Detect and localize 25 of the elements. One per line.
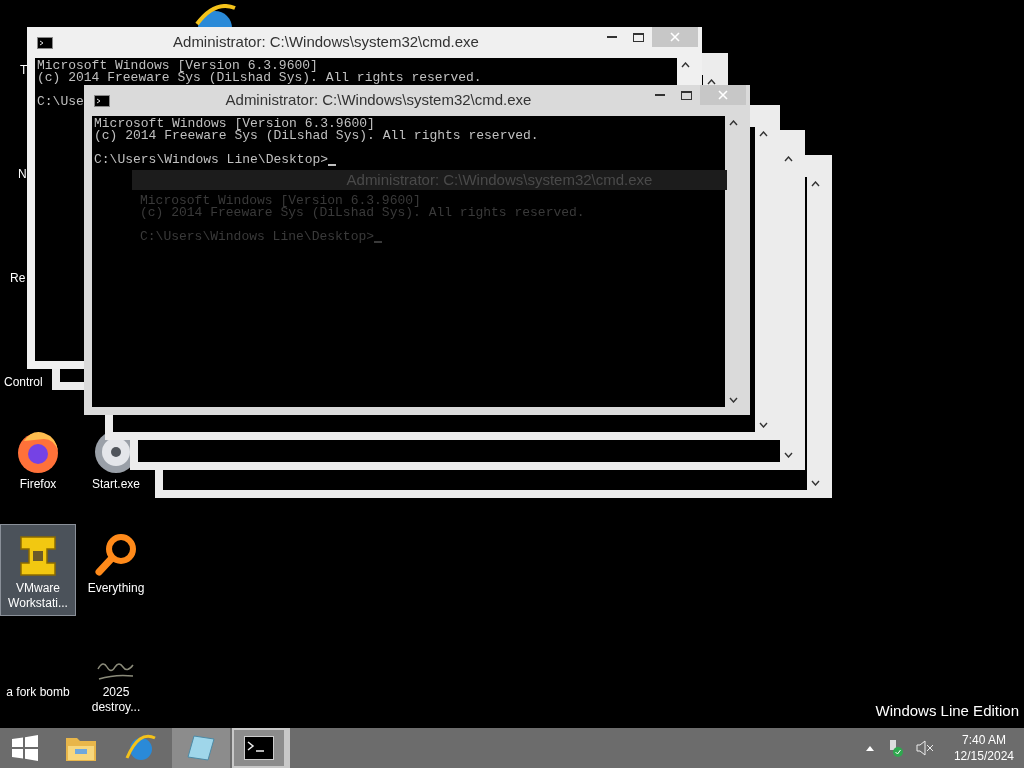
icon-label[interactable]: Firefox — [2, 477, 74, 492]
window-title: Administrator: C:\Windows\system32\cmd.exe — [172, 32, 480, 53]
console-line: (c) 2014 Freeware Sys (DiLshad Sys). All rights reserved. — [37, 72, 482, 84]
console-line: C:\Users\Windows Line\Desktop> — [94, 154, 329, 166]
edition-label: Windows Line Edition — [875, 700, 1019, 721]
icon-label[interactable]: N — [18, 167, 27, 182]
clock-date[interactable]: 12/15/2024 — [953, 748, 1014, 764]
window-title: Administrator: C:\Windows\system32\cmd.exe — [224, 90, 533, 111]
icon-label[interactable]: VMware Workstati... — [2, 581, 74, 611]
icon-label[interactable]: a fork bomb — [2, 685, 74, 700]
console-line: C:\Use — [37, 96, 84, 108]
icon-label[interactable]: 2025 destroy... — [80, 685, 152, 715]
console-line: C:\Users\Windows Line\Desktop> — [140, 231, 375, 243]
console-line: Microsoft Windows [Version 6.3.9600] — [94, 118, 375, 130]
icon-label[interactable]: Re — [10, 271, 26, 286]
console-line: (c) 2014 Freeware Sys (DiLshad Sys). All rights reserved. — [140, 207, 585, 219]
icon-label[interactable]: Everything — [80, 581, 152, 596]
console-line: (c) 2014 Freeware Sys (DiLshad Sys). All rights reserved. — [94, 130, 539, 142]
console-line: Microsoft Windows [Version 6.3.9600] — [140, 195, 421, 207]
clock-time[interactable]: 7:40 AM — [961, 732, 1006, 748]
console-line: Microsoft Windows [Version 6.3.9600] — [37, 60, 318, 72]
icon-label[interactable]: Control — [4, 375, 43, 390]
selected-desktop-icon[interactable]: VMware Workstati... — [0, 524, 76, 616]
icon-label[interactable]: T — [20, 63, 28, 78]
icon-label[interactable]: Start.exe — [80, 477, 152, 492]
